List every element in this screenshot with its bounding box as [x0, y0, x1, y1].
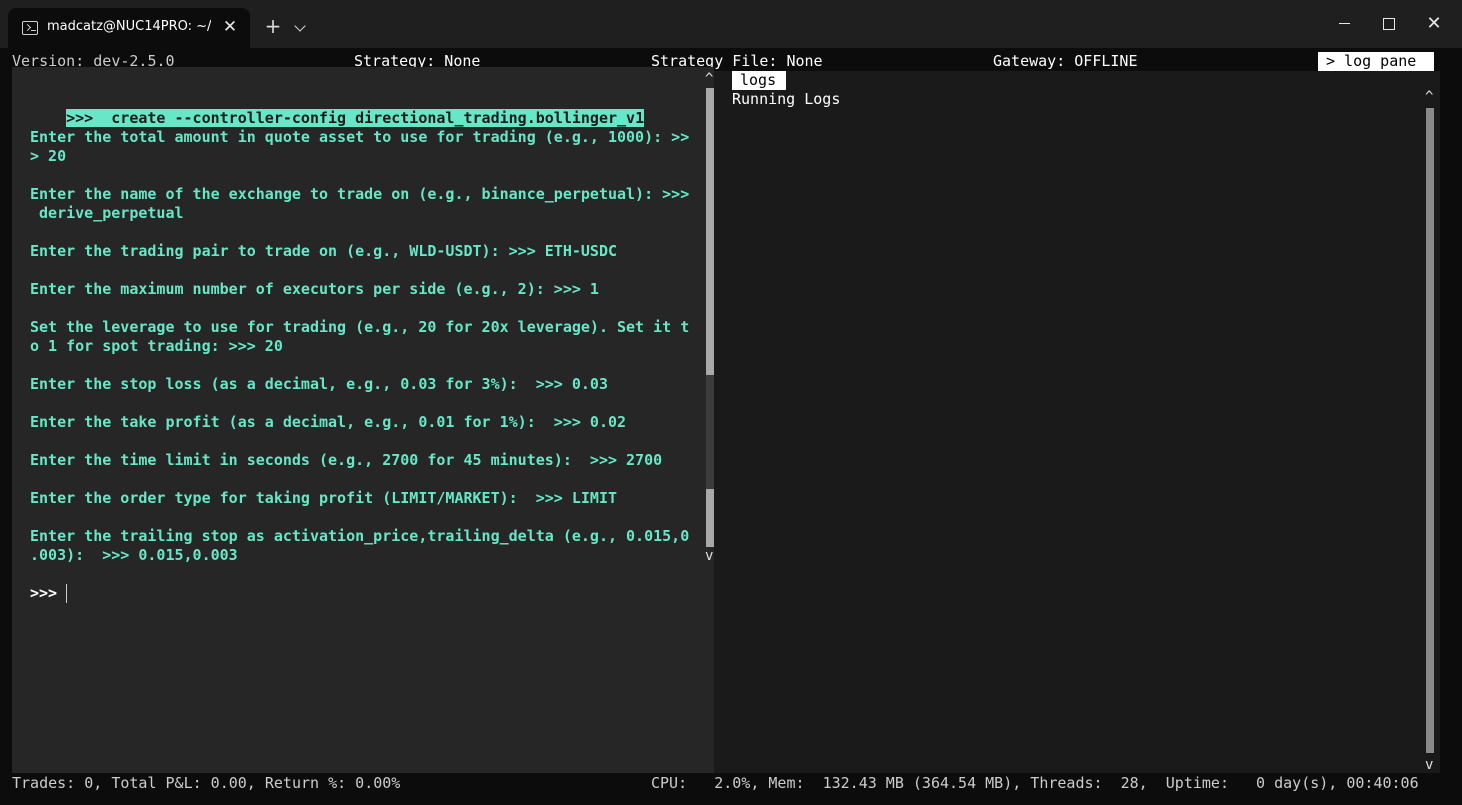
output-line: Set the leverage to use for trading (e.g… — [30, 318, 689, 337]
output-scrollbar-thumb-lower[interactable] — [706, 489, 714, 547]
terminal-icon — [22, 21, 38, 35]
command-echo: >>> create --controller-config direction… — [66, 109, 644, 127]
output-line: Enter the take profit (as a decimal, e.g… — [30, 413, 626, 432]
output-line: Enter the stop loss (as a decimal, e.g.,… — [30, 375, 608, 394]
log-scrollbar-thumb[interactable] — [1426, 108, 1434, 753]
output-line: Enter the total amount in quote asset to… — [30, 128, 689, 147]
maximize-button[interactable] — [1377, 12, 1401, 36]
input-prompt: >>> — [30, 584, 57, 603]
output-line: .003): >>> 0.015,0.003 — [30, 546, 238, 565]
output-line: Enter the trailing stop as activation_pr… — [30, 527, 689, 546]
tab-close-icon[interactable]: ✕ — [220, 16, 240, 38]
trades-summary: Trades: 0, Total P&L: 0.00, Return %: 0.… — [12, 774, 400, 793]
text-cursor — [66, 584, 67, 603]
log-scroll-up[interactable]: ^ — [1425, 90, 1433, 104]
output-line: Enter the name of the exchange to trade … — [30, 185, 689, 204]
new-tab-button[interactable]: + — [262, 15, 284, 37]
title-bar: madcatz@NUC14PRO: ~/deve ✕ + ✕ — [0, 0, 1462, 48]
input-pane[interactable] — [12, 565, 714, 773]
output-line: Enter the trading pair to trade on (e.g.… — [30, 242, 617, 261]
output-line: o 1 for spot trading: >>> 20 — [30, 337, 283, 356]
log-scroll-down[interactable]: v — [1425, 758, 1433, 772]
log-pane — [714, 71, 1440, 773]
minimize-button[interactable] — [1333, 12, 1357, 36]
output-scrollbar-thumb[interactable] — [706, 88, 714, 375]
log-pane-toggle[interactable]: > log pane — [1318, 52, 1434, 71]
output-line: > 20 — [30, 147, 66, 166]
gateway-status: Gateway: OFFLINE — [993, 52, 1138, 71]
logs-tab[interactable]: logs — [732, 71, 786, 90]
running-logs-title: Running Logs — [732, 90, 840, 109]
output-line: Enter the maximum number of executors pe… — [30, 280, 599, 299]
chevron-down-icon[interactable] — [294, 20, 305, 31]
output-scroll-down[interactable]: v — [705, 549, 713, 563]
output-line: Enter the time limit in seconds (e.g., 2… — [30, 451, 662, 470]
close-window-button[interactable]: ✕ — [1422, 12, 1446, 36]
terminal-tab[interactable]: madcatz@NUC14PRO: ~/deve ✕ — [8, 8, 250, 48]
tab-title: madcatz@NUC14PRO: ~/deve — [47, 19, 211, 34]
output-line: Enter the order type for taking profit (… — [30, 489, 617, 508]
output-scroll-up[interactable]: ^ — [705, 72, 713, 86]
output-line: derive_perpetual — [30, 204, 184, 223]
system-stats: CPU: 2.0%, Mem: 132.43 MB (364.54 MB), T… — [651, 774, 1419, 793]
